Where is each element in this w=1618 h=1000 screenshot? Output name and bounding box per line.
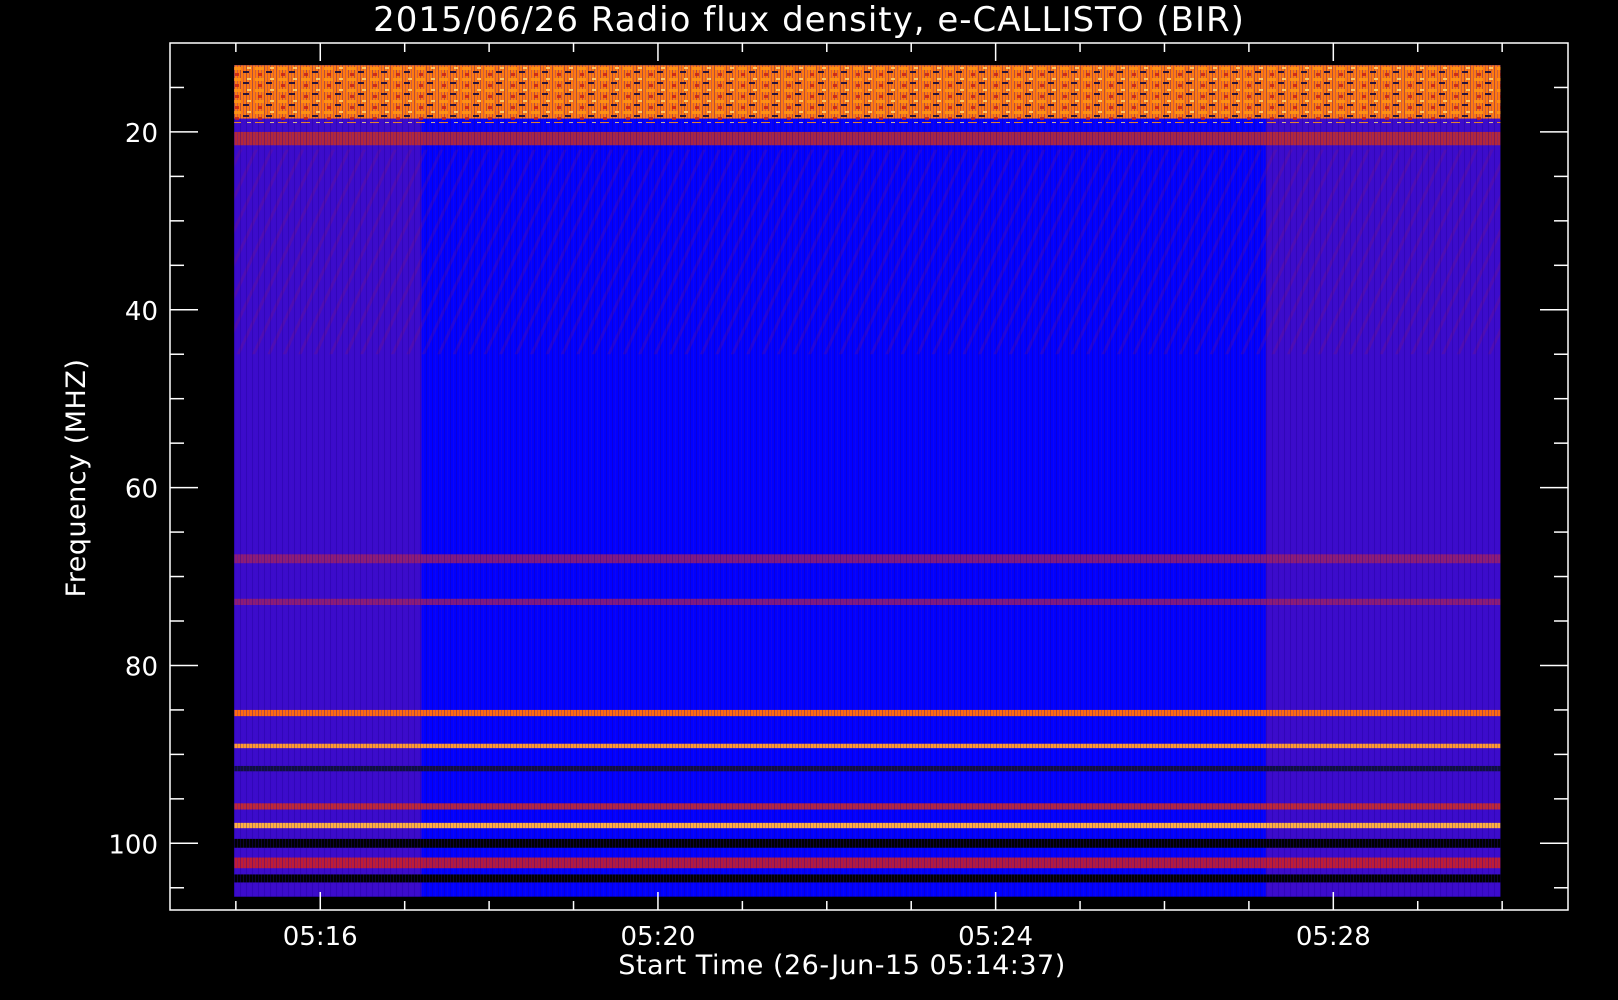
plot-area: [234, 65, 1501, 897]
y-tick-label: 60: [125, 475, 158, 505]
x-tick-label: 05:28: [1296, 922, 1371, 952]
x-tick-label: 05:16: [283, 922, 358, 952]
y-tick-label: 80: [125, 652, 158, 682]
x-axis-label: Start Time (26-Jun-15 05:14:37): [618, 950, 1066, 981]
y-tick-label: 40: [125, 297, 158, 327]
x-tick-label: 05:20: [620, 922, 695, 952]
chart-title: 2015/06/26 Radio flux density, e-CALLIST…: [373, 0, 1245, 40]
spectrogram-figure: 2015/06/26 Radio flux density, e-CALLIST…: [61, 0, 1569, 981]
high-intensity-texture: [234, 65, 1501, 124]
y-axis-label: Frequency (MHZ): [61, 359, 92, 598]
noise-texture: [234, 65, 1501, 897]
y-tick-label: 100: [108, 830, 158, 860]
x-tick-label: 05:24: [958, 922, 1033, 952]
y-tick-label: 20: [125, 119, 158, 149]
